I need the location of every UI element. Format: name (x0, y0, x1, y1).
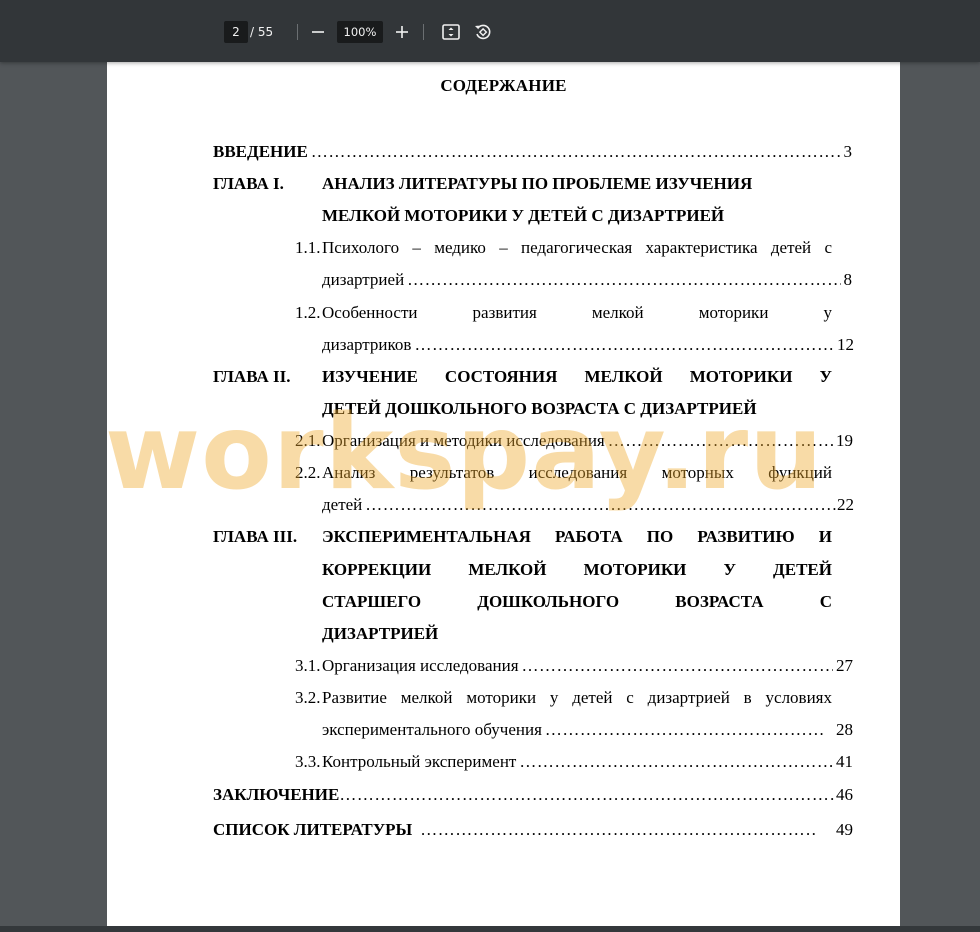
rotate-button[interactable] (471, 21, 495, 43)
toc-label: экспериментального обучения (322, 720, 542, 739)
zoom-level-input[interactable]: 100% (337, 21, 383, 43)
chapter-1-number: ГЛАВА I. (213, 174, 284, 193)
toc-page-number: 8 (843, 270, 853, 289)
section-number: 3.2. (295, 688, 321, 707)
toc-entry-3-3: Контрольный эксперимент …………………………………………… (322, 751, 853, 773)
chapter-2-number: ГЛАВА II. (213, 367, 291, 386)
toc-leader-dots: ……………………………………………………………………………………………… (607, 431, 833, 450)
toc-entry-2-2: детей …………………………………………………………………………………………… (322, 494, 854, 516)
toc-label: Контрольный эксперимент (322, 752, 517, 771)
toolbar-divider (297, 24, 298, 40)
toc-page-number: 19 (836, 431, 853, 450)
toc-entry-references: СПИСОК ЛИТЕРАТУРЫ …………………………………………………………… (213, 819, 853, 841)
toc-entry-3-2: экспериментального обучения ………………………………… (322, 719, 853, 741)
toc-entry-3-1: Организация исследования ………………………………………… (322, 655, 853, 677)
minus-icon (312, 31, 324, 33)
toc-leader-dots: ……………………………………………………………………………………………………… (420, 820, 816, 839)
toc-entry-1-2: дизартриков …………………………………………………………………………… (322, 334, 854, 356)
section-2-2-line1: Анализ результатов исследования моторных… (322, 463, 832, 482)
toc-label: ЗАКЛЮЧЕНИЕ (213, 785, 340, 804)
toc-leader-dots: ……………………………………………………………………………………………………… (339, 785, 834, 804)
toc-label: детей (322, 495, 363, 514)
section-1-1-line1: Психолого – медико – педагогическая хара… (322, 238, 832, 257)
toc-leader-dots: ……………………………………………………………………………………………… (407, 270, 840, 289)
section-number: 1.2. (295, 303, 321, 322)
toc-label: Организация исследования (322, 656, 519, 675)
toc-page-number: 46 (836, 785, 853, 804)
chapter-1-title-text: АНАЛИЗ ЛИТЕРАТУРЫ ПО ПРОБЛЕМЕ ИЗУЧЕНИЯ (322, 174, 753, 193)
toc-label: ВВЕДЕНИЕ (213, 142, 308, 161)
toc-leader-dots: ……………………………………………………………………………………………… (521, 656, 833, 675)
section-1-2-line1: Особенности развития мелкой моторики у (322, 303, 832, 322)
toc-label: дизартрией (322, 270, 405, 289)
toc-page-number: 3 (843, 142, 853, 161)
section-number: 1.1. (295, 238, 321, 257)
toc-page-number: 49 (836, 820, 853, 839)
page-title: СОДЕРЖАНИЕ (440, 76, 567, 95)
zoom-in-button[interactable] (390, 21, 414, 43)
chapter-3-title-line3: СТАРШЕГО ДОШКОЛЬНОГО ВОЗРАСТА С (322, 592, 832, 611)
toc-entry-1-1: дизартрией ……………………………………………………………………………… (322, 269, 852, 291)
toc-leader-dots: ……………………………………………………………………………………………… (414, 335, 836, 354)
toc-label: Организация и методики исследования (322, 431, 605, 450)
viewer-bottom-edge (0, 926, 980, 932)
chapter-3-title-line2: КОРРЕКЦИИ МЕЛКОЙ МОТОРИКИ У ДЕТЕЙ (322, 560, 832, 579)
section-number: 3.3. (295, 752, 321, 771)
chapter-1-title-line2: МЕЛКОЙ МОТОРИКИ У ДЕТЕЙ С ДИЗАРТРИЕЙ (322, 206, 725, 225)
toc-entry-2-1: Организация и методики исследования …………… (322, 430, 853, 452)
page-total: / 55 (250, 25, 274, 39)
rotate-icon (475, 24, 491, 40)
chapter-2-title-line1: ИЗУЧЕНИЕ СОСТОЯНИЯ МЕЛКОЙ МОТОРИКИ У (322, 367, 832, 386)
chapter-2-title-line2: ДЕТЕЙ ДОШКОЛЬНОГО ВОЗРАСТА С ДИЗАРТРИЕЙ (322, 399, 757, 418)
page-number-input[interactable]: 2 (224, 21, 248, 43)
toc-entry-conclusion: ЗАКЛЮЧЕНИЕ ……………………………………………………………………………… (213, 784, 853, 806)
chapter-1-title-line1: АНАЛИЗ ЛИТЕРАТУРЫ ПО ПРОБЛЕМЕ ИЗУЧЕНИЯ (322, 173, 832, 195)
chapter-3-title-line4: ДИЗАРТРИЕЙ (322, 624, 439, 643)
toc-entry-introduction: ВВЕДЕНИЕ …………………………………………………………………………………… (213, 141, 852, 163)
toc-page-number: 12 (837, 335, 854, 354)
toc-leader-dots: ……………………………………………………………………………………………… (544, 720, 826, 739)
toc-leader-dots: ……………………………………………………………………………………………………… (310, 142, 841, 161)
toc-label: СПИСОК ЛИТЕРАТУРЫ (213, 820, 413, 839)
chapter-3-title-line1: ЭКСПЕРИМЕНТАЛЬНАЯ РАБОТА ПО РАЗВИТИЮ И (322, 527, 832, 546)
toc-page-number: 41 (836, 752, 853, 771)
plus-icon (396, 26, 408, 38)
fit-page-icon (442, 24, 460, 40)
chapter-3-number: ГЛАВА III. (213, 527, 298, 546)
pdf-toolbar: 2 / 55 100% (0, 0, 980, 62)
fit-to-page-button[interactable] (439, 21, 463, 43)
toc-page-number: 22 (837, 495, 854, 514)
section-number: 2.1. (295, 431, 321, 450)
toc-page-number: 28 (836, 720, 853, 739)
section-number: 3.1. (295, 656, 321, 675)
toc-leader-dots: ……………………………………………………………………………………………… (365, 495, 836, 514)
zoom-out-button[interactable] (306, 21, 330, 43)
pdf-page: СОДЕРЖАНИЕ ВВЕДЕНИЕ ……………………………………………………… (107, 62, 900, 932)
toc-label: дизартриков (322, 335, 412, 354)
toc-leader-dots: ……………………………………………………………………………………………… (519, 752, 833, 771)
section-3-2-line1: Развитие мелкой моторики у детей с дизар… (322, 688, 832, 707)
toolbar-divider (423, 24, 424, 40)
section-number: 2.2. (295, 463, 321, 482)
toc-page-number: 27 (836, 656, 853, 675)
